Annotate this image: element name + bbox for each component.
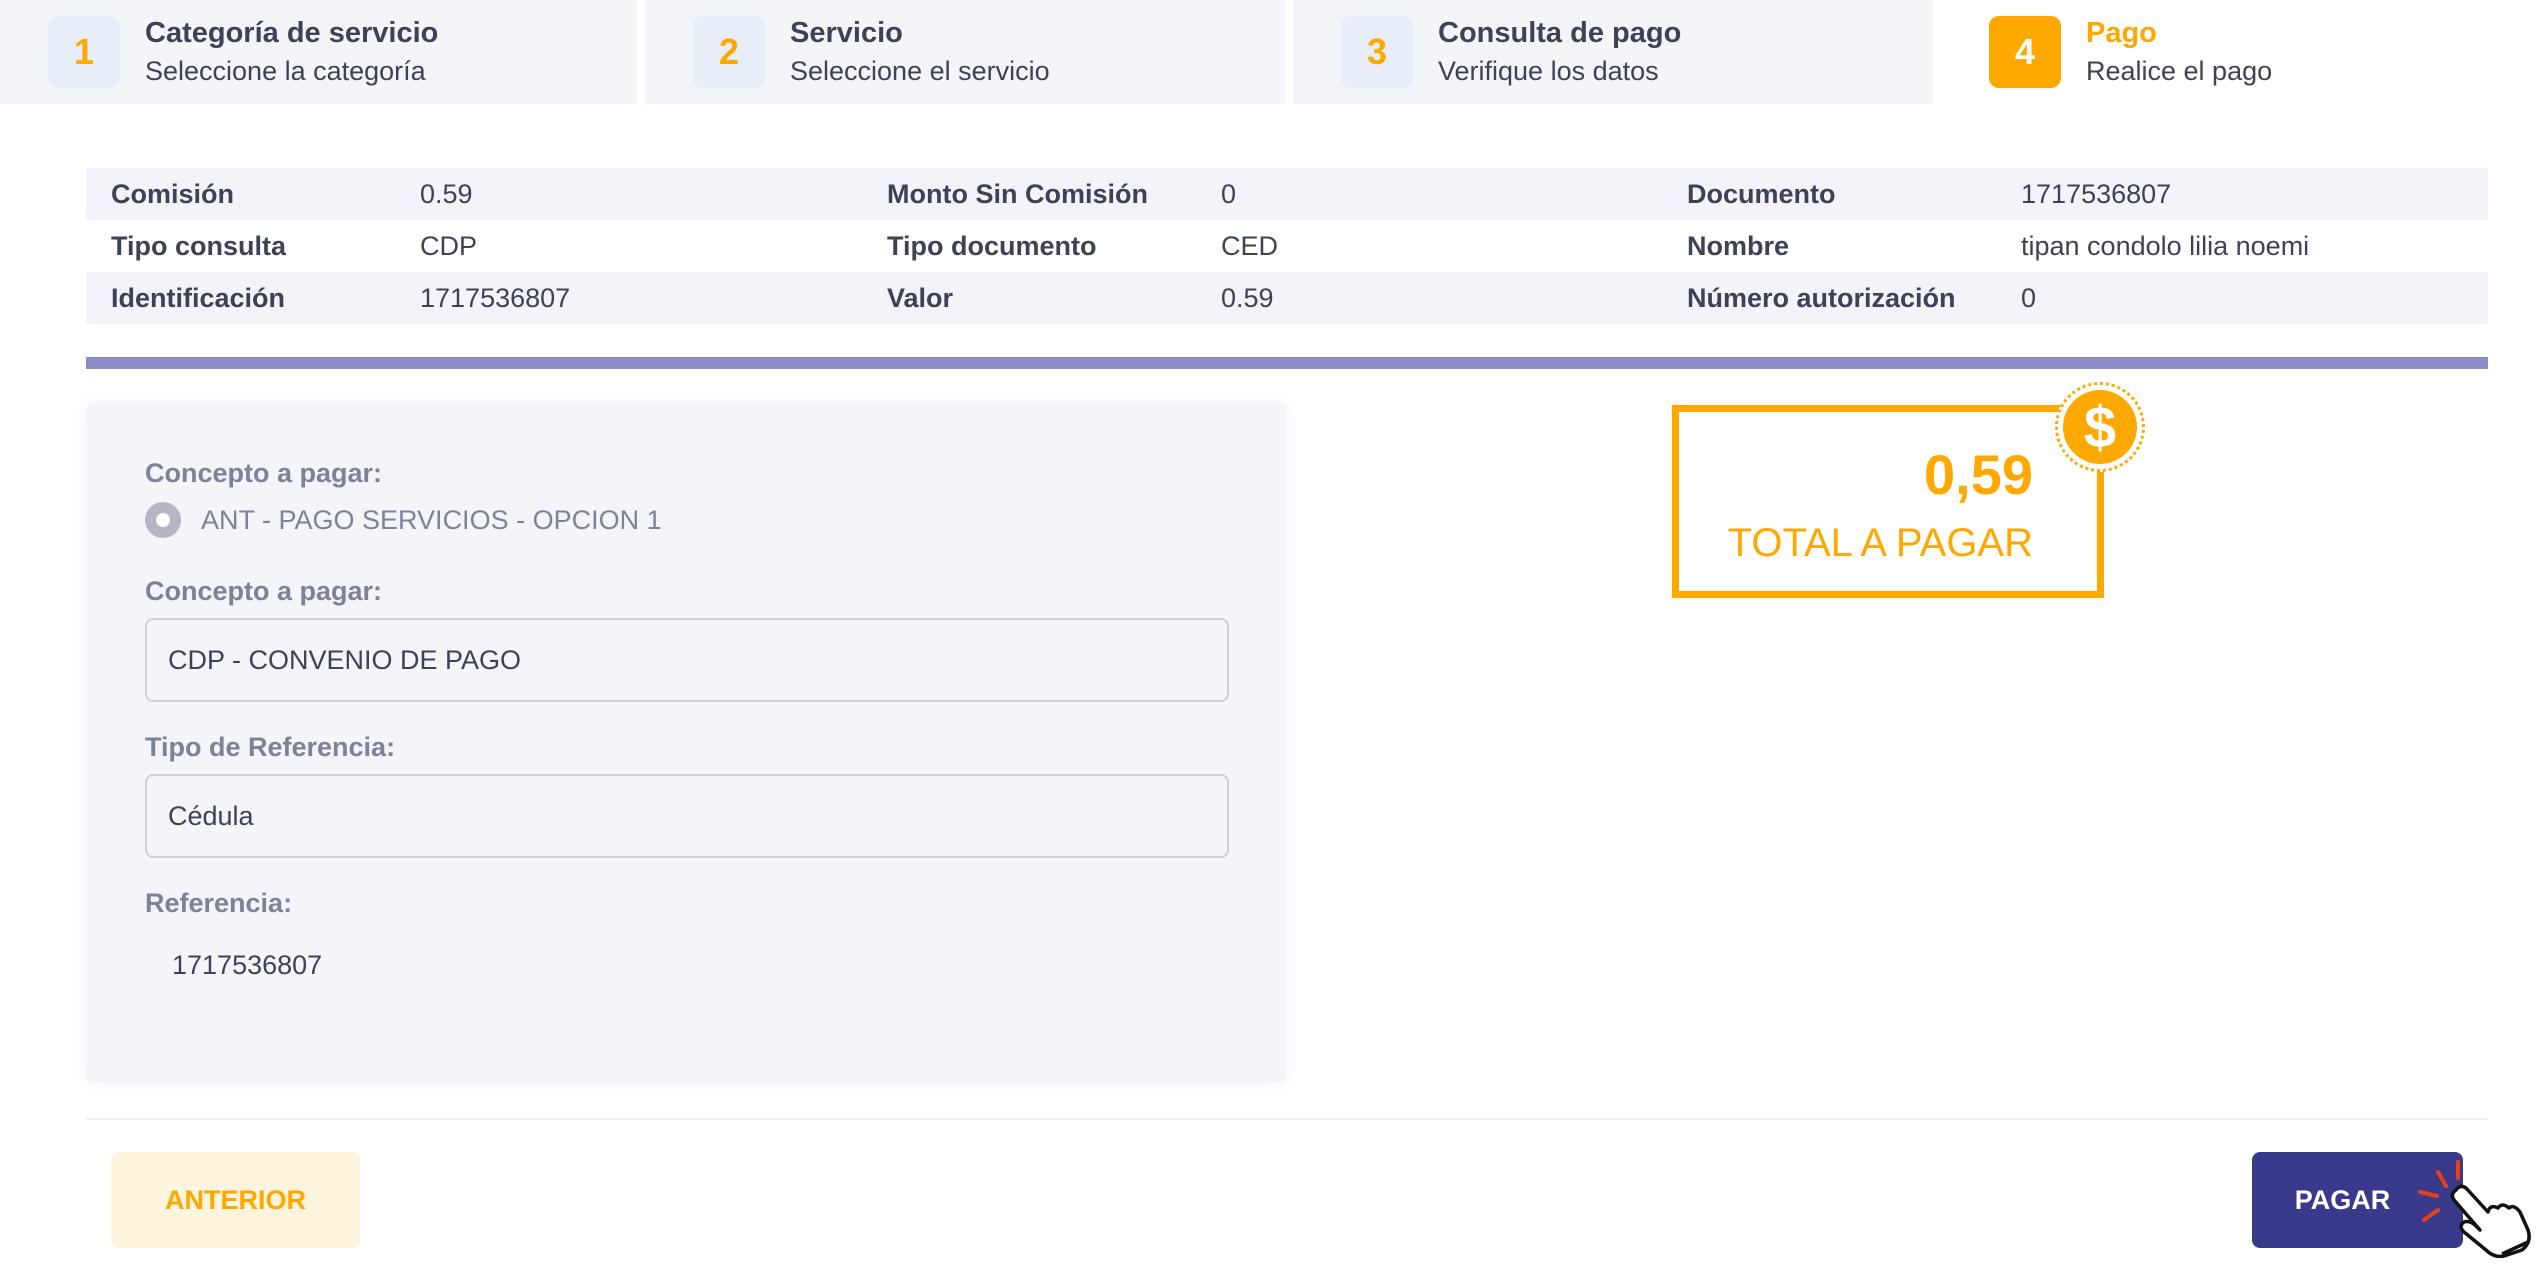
footer-divider	[86, 1118, 2488, 1120]
previous-button[interactable]: ANTERIOR	[111, 1152, 360, 1248]
info-label: Identificación	[111, 282, 286, 313]
click-hand-icon	[2418, 1160, 2531, 1258]
info-label: Monto Sin Comisión	[887, 178, 1148, 209]
info-label: Valor	[887, 282, 954, 313]
payment-info-table: Comisión 0.59 Monto Sin Comisión 0 Docum…	[86, 168, 2488, 324]
step-title: Consulta de pago	[1438, 17, 1682, 49]
step-subtitle: Verifique los datos	[1438, 56, 1659, 86]
info-value: 0.59	[1221, 282, 1274, 313]
info-label: Tipo documento	[887, 230, 1097, 261]
step-consulta[interactable]: 3 Consulta de pago Verifique los datos	[1293, 0, 1933, 104]
step-title: Pago	[2086, 17, 2157, 49]
info-value: CDP	[420, 230, 478, 261]
step-categoria[interactable]: 1 Categoría de servicio Seleccione la ca…	[0, 0, 637, 104]
dollar-symbol: $	[2063, 390, 2137, 464]
step-subtitle: Seleccione el servicio	[790, 56, 1050, 86]
step-servicio[interactable]: 2 Servicio Seleccione el servicio	[645, 0, 1285, 104]
info-value: 1717536807	[2021, 178, 2172, 209]
info-row: Tipo consulta CDP Tipo documento CED Nom…	[86, 220, 2488, 272]
info-label: Comisión	[111, 178, 235, 209]
step-number: 3	[1341, 16, 1413, 88]
total-label: TOTAL A PAGAR	[1727, 521, 2033, 565]
reference-type-select[interactable]: Cédula	[145, 774, 1229, 858]
info-row: Comisión 0.59 Monto Sin Comisión 0 Docum…	[86, 168, 2488, 220]
info-label: Documento	[1687, 178, 1836, 209]
info-value: 1717536807	[420, 282, 571, 313]
step-number: 1	[48, 16, 120, 88]
info-value: CED	[1221, 230, 1279, 261]
total-amount: 0,59	[1924, 443, 2033, 506]
step-pago[interactable]: 4 Pago Realice el pago	[1941, 0, 2544, 104]
info-label: Nombre	[1687, 230, 1790, 261]
step-subtitle: Seleccione la categoría	[145, 56, 426, 86]
step-number: 2	[693, 16, 765, 88]
section-divider-bar	[86, 357, 2488, 369]
reference-type-label: Tipo de Referencia:	[145, 732, 396, 762]
info-label: Tipo consulta	[111, 230, 287, 261]
concept-option-label: ANT - PAGO SERVICIOS - OPCION 1	[201, 504, 662, 535]
stepper: 1 Categoría de servicio Seleccione la ca…	[0, 0, 2544, 104]
reference-value: 1717536807	[172, 950, 323, 980]
step-number: 4	[1989, 16, 2061, 88]
step-title: Categoría de servicio	[145, 17, 439, 49]
concept-option[interactable]: ANT - PAGO SERVICIOS - OPCION 1	[145, 502, 662, 538]
radio-button[interactable]	[145, 502, 181, 538]
info-value: 0	[2021, 282, 2037, 313]
payment-form-card: Concepto a pagar: ANT - PAGO SERVICIOS -…	[86, 403, 1286, 1083]
reference-label: Referencia:	[145, 888, 293, 918]
step-title: Servicio	[790, 17, 903, 49]
dollar-coin-icon: $	[2055, 382, 2145, 472]
total-box: 0,59 TOTAL A PAGAR	[1672, 405, 2104, 598]
info-row: Identificación 1717536807 Valor 0.59 Núm…	[86, 272, 2488, 324]
info-value: 0	[1221, 178, 1237, 209]
step-subtitle: Realice el pago	[2086, 56, 2273, 86]
info-value: tipan condolo lilia noemi	[2021, 230, 2310, 261]
info-value: 0.59	[420, 178, 473, 209]
concept-select-label: Concepto a pagar:	[145, 576, 383, 606]
concept-label: Concepto a pagar:	[145, 458, 383, 488]
concept-select[interactable]: CDP - CONVENIO DE PAGO	[145, 618, 1229, 702]
info-label: Número autorización	[1687, 282, 1956, 313]
